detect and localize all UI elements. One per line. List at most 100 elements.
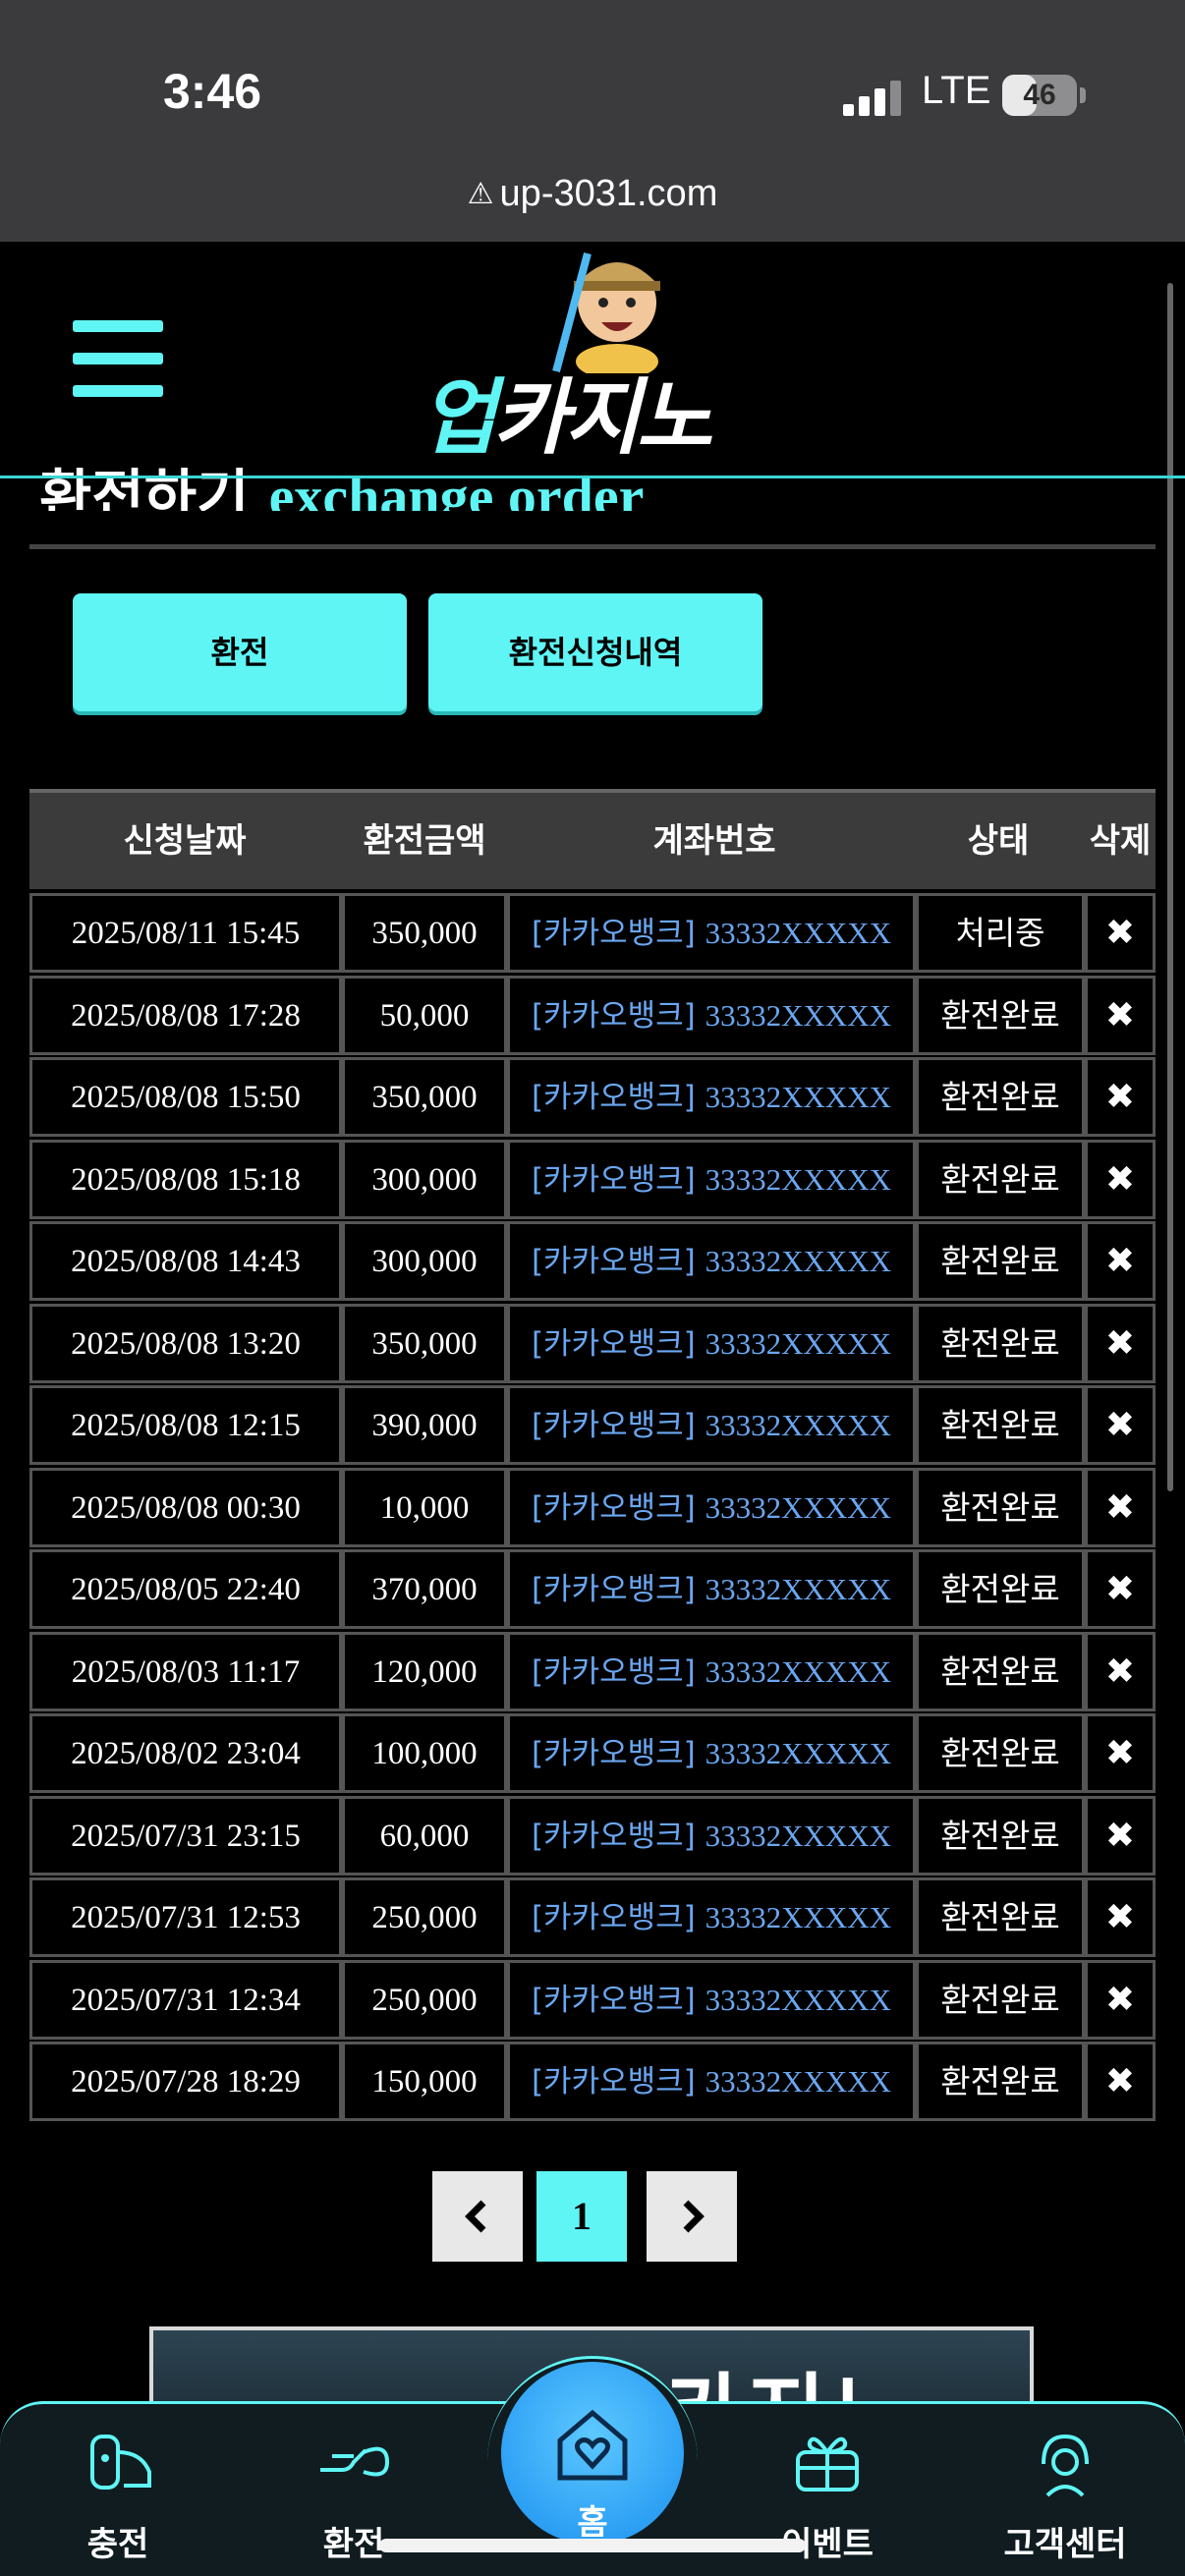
delete-button[interactable]: ✖	[1085, 1877, 1156, 1957]
delete-button[interactable]: ✖	[1085, 975, 1156, 1055]
delete-button[interactable]: ✖	[1085, 1549, 1156, 1629]
cell-account[interactable]: [카카오뱅크] 33332XXXXX	[507, 1713, 916, 1793]
close-icon: ✖	[1104, 1405, 1136, 1445]
battery-percent: 46	[1023, 79, 1056, 111]
cell-date: 2025/08/11 15:45	[29, 893, 342, 973]
cell-amount: 350,000	[342, 893, 507, 973]
delete-button[interactable]: ✖	[1085, 1057, 1156, 1137]
delete-button[interactable]: ✖	[1085, 2042, 1156, 2121]
cell-amount: 150,000	[342, 2042, 507, 2121]
cell-status: 환전완료	[916, 1713, 1085, 1793]
cell-account[interactable]: [카카오뱅크] 33332XXXXX	[507, 1221, 916, 1301]
close-icon: ✖	[1104, 1241, 1136, 1281]
exchange-button[interactable]: 환전	[73, 593, 407, 711]
close-icon: ✖	[1104, 1486, 1136, 1528]
account-number: 33332XXXXX	[705, 1653, 892, 1689]
column-header-date: 신청날짜	[123, 821, 247, 861]
cell-date: 2025/08/08 15:50	[29, 1057, 342, 1137]
close-icon: ✖	[1104, 1651, 1136, 1692]
cell-account[interactable]: [카카오뱅크] 33332XXXXX	[507, 1795, 916, 1876]
delete-button[interactable]: ✖	[1085, 1713, 1156, 1793]
hamburger-icon[interactable]	[73, 320, 163, 397]
nav-charge[interactable]: 충전	[29, 2423, 206, 2565]
table-header: 신청날짜 환전금액 계좌번호 상태 삭제	[29, 789, 1156, 889]
table-row: 2025/07/28 18:29 150,000 [카카오뱅크] 33332XXXX…	[29, 2042, 1156, 2124]
cell-account[interactable]: [카카오뱅크] 33332XXXXX	[507, 1057, 916, 1137]
cell-account[interactable]: [카카오뱅크] 33332XXXXX	[507, 975, 916, 1055]
table-row: 2025/08/11 15:45 350,000 [카카오뱅크] 33332XXXX…	[29, 893, 1156, 976]
delete-button[interactable]: ✖	[1085, 1959, 1156, 2040]
cell-date: 2025/08/08 12:15	[29, 1385, 342, 1465]
close-icon: ✖	[1104, 1733, 1136, 1773]
table-row: 2025/08/08 15:50 350,000 [카카오뱅크] 33332XXXX…	[29, 1057, 1156, 1140]
cell-amount: 10,000	[342, 1467, 507, 1547]
cell-account[interactable]: [카카오뱅크] 33332XXXXX	[507, 2042, 916, 2121]
cell-status: 환전완료	[916, 1385, 1085, 1465]
url-bar[interactable]: ⚠ up-3031.com	[0, 173, 1185, 215]
delete-button[interactable]: ✖	[1085, 1303, 1156, 1383]
delete-button[interactable]: ✖	[1085, 1139, 1156, 1219]
nav-support-label: 고객센터	[1003, 2525, 1127, 2564]
cell-account[interactable]: [카카오뱅크] 33332XXXXX	[507, 1631, 916, 1711]
cell-date: 2025/08/05 22:40	[29, 1549, 342, 1629]
close-icon: ✖	[1104, 913, 1136, 953]
cell-account[interactable]: [카카오뱅크] 33332XXXXX	[507, 1303, 916, 1383]
cell-amount: 370,000	[342, 1549, 507, 1629]
cell-account[interactable]: [카카오뱅크] 33332XXXXX	[507, 1467, 916, 1547]
delete-button[interactable]: ✖	[1085, 1631, 1156, 1711]
close-icon: ✖	[1104, 1569, 1136, 1609]
cell-amount: 250,000	[342, 1959, 507, 2040]
exchange-history-button[interactable]: 환전신청내역	[428, 593, 762, 711]
cell-date: 2025/07/28 18:29	[29, 2042, 342, 2121]
account-number: 33332XXXXX	[705, 1736, 892, 1770]
nav-support[interactable]: 고객센터	[977, 2423, 1154, 2565]
delete-button[interactable]: ✖	[1085, 1385, 1156, 1465]
nav-home-label: 홈	[577, 2503, 608, 2543]
charge-icon	[90, 2435, 151, 2490]
cell-date: 2025/08/08 00:30	[29, 1467, 342, 1547]
account-number: 33332XXXXX	[705, 1572, 892, 1606]
delete-button[interactable]: ✖	[1085, 1221, 1156, 1301]
cell-amount: 250,000	[342, 1877, 507, 1957]
cell-date: 2025/07/31 23:15	[29, 1795, 342, 1876]
delete-button[interactable]: ✖	[1085, 1467, 1156, 1547]
cell-account[interactable]: [카카오뱅크] 33332XXXXX	[507, 1959, 916, 2040]
column-header-account: 계좌번호	[652, 821, 776, 861]
page-title-ko: 환전하기	[39, 463, 250, 511]
cell-account[interactable]: [카카오뱅크] 33332XXXXX	[507, 1549, 916, 1629]
account-bank: [카카오뱅크]	[531, 1900, 696, 1935]
account-bank: [카카오뱅크]	[531, 1653, 696, 1690]
status-time: 3:46	[163, 64, 262, 119]
account-number: 33332XXXXX	[705, 916, 892, 950]
cell-amount: 390,000	[342, 1385, 507, 1465]
page-scrollbar[interactable]	[1167, 283, 1173, 1491]
table-row: 2025/08/08 00:30 10,000 [카카오뱅크] 33332XXXXX…	[29, 1467, 1156, 1550]
cell-status: 환전완료	[916, 2042, 1085, 2121]
cell-account[interactable]: [카카오뱅크] 33332XXXXX	[507, 1385, 916, 1465]
battery-tip	[1080, 87, 1086, 103]
chevron-left-icon	[465, 2200, 486, 2233]
pagination-next-button[interactable]	[647, 2171, 737, 2262]
cell-amount: 300,000	[342, 1139, 507, 1219]
table-row: 2025/07/31 23:15 60,000 [카카오뱅크] 33332XXXXX…	[29, 1795, 1156, 1878]
cell-status: 환전완료	[916, 1303, 1085, 1383]
account-bank: [카카오뱅크]	[531, 2064, 696, 2100]
cell-status: 처리중	[916, 893, 1085, 973]
delete-button[interactable]: ✖	[1085, 1795, 1156, 1876]
site-logo[interactable]: 업카지노	[421, 246, 764, 466]
home-indicator[interactable]	[379, 2539, 806, 2552]
pagination-page-current[interactable]: 1	[536, 2171, 627, 2262]
cellular-signal-icon	[843, 79, 902, 116]
cell-account[interactable]: [카카오뱅크] 33332XXXXX	[507, 1877, 916, 1957]
cell-date: 2025/08/02 23:04	[29, 1713, 342, 1793]
pagination-prev-button[interactable]	[432, 2171, 523, 2262]
cell-account[interactable]: [카카오뱅크] 33332XXXXX	[507, 893, 916, 973]
cell-status: 환전완료	[916, 1631, 1085, 1711]
cell-account[interactable]: [카카오뱅크] 33332XXXXX	[507, 1139, 916, 1219]
cell-amount: 120,000	[342, 1631, 507, 1711]
cell-status: 환전완료	[916, 1139, 1085, 1219]
delete-button[interactable]: ✖	[1085, 893, 1156, 973]
cell-amount: 60,000	[342, 1795, 507, 1876]
header-divider	[0, 476, 1185, 478]
cell-status: 환전완료	[916, 1877, 1085, 1957]
